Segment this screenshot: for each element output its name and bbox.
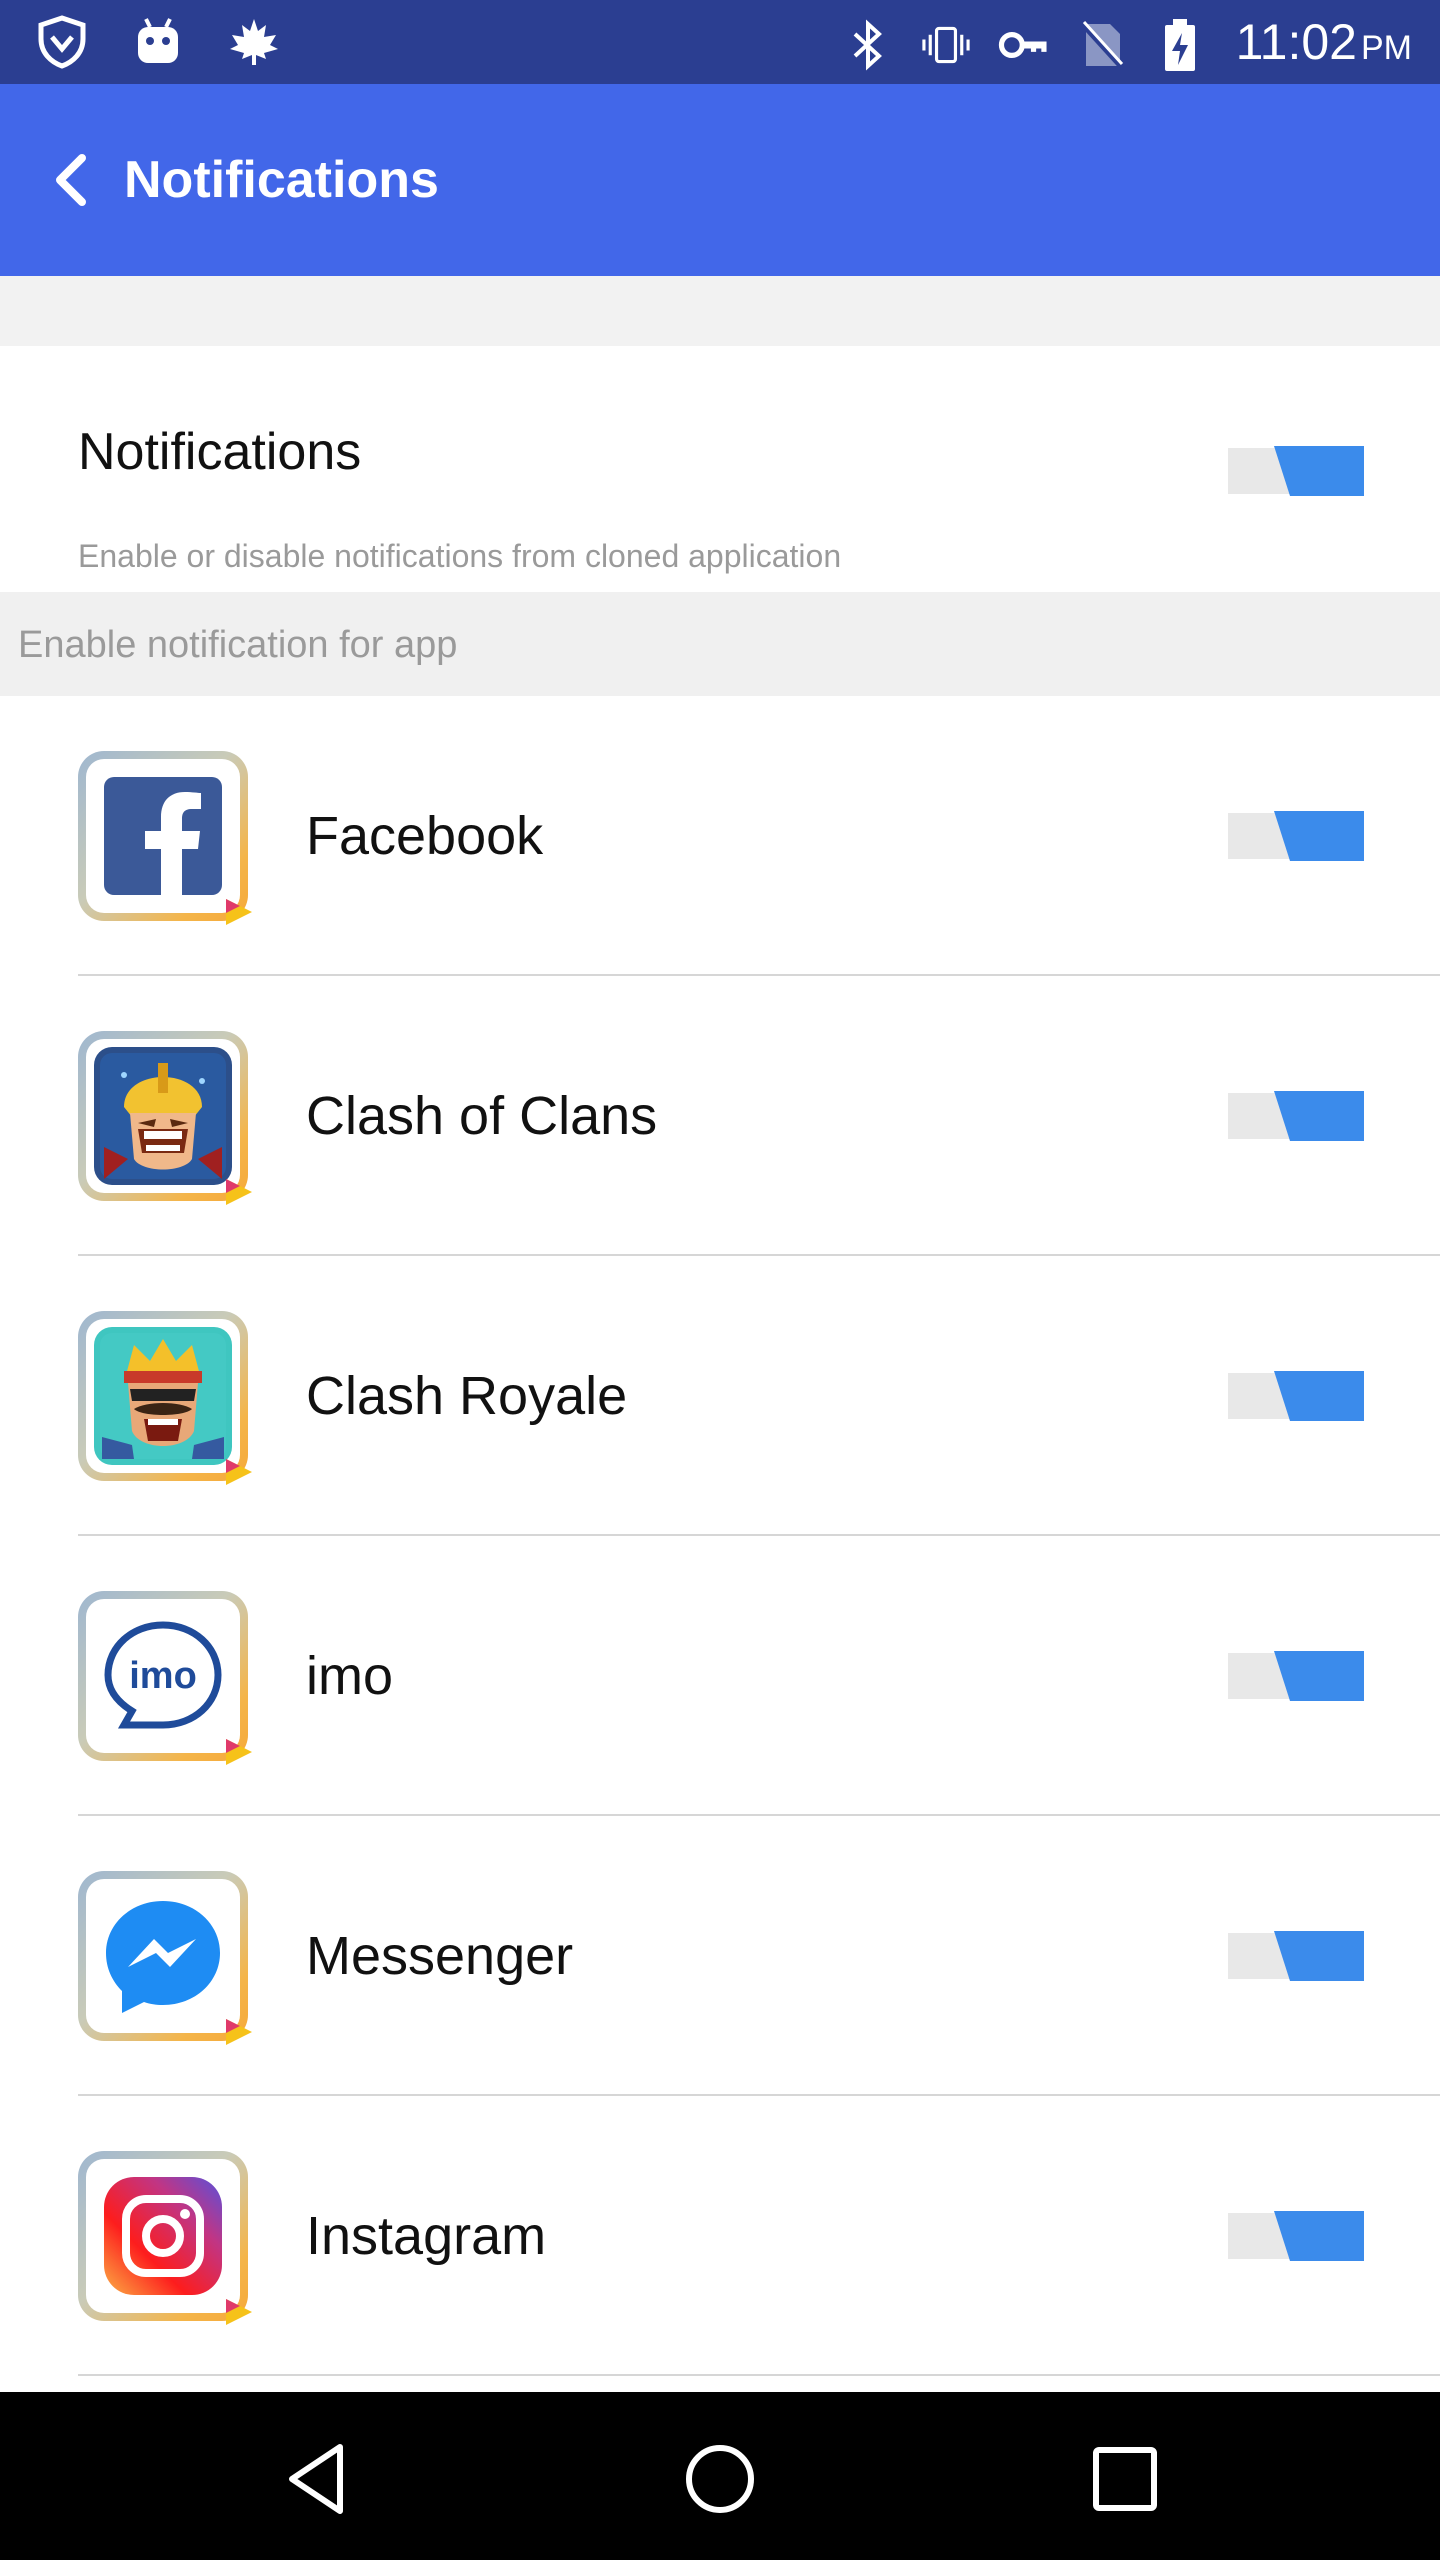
messenger-toggle[interactable] (1228, 1931, 1364, 1981)
clock: 11:02 PM (1236, 10, 1412, 80)
app-name: Clash Royale (306, 1366, 628, 1426)
section-label: Enable notification for app (18, 624, 458, 666)
app-name: imo (306, 1646, 394, 1706)
bluetooth-icon (842, 17, 894, 73)
list-item[interactable]: Clash Royale (0, 1256, 1440, 1536)
clash-of-clans-toggle[interactable] (1228, 1091, 1364, 1141)
chevron-left-icon (56, 154, 86, 206)
list-item[interactable]: imo imo (0, 1536, 1440, 1816)
section-header: Enable notification for app (0, 592, 1440, 696)
instagram-icon (78, 2151, 252, 2325)
setting-title: Notifications (78, 423, 362, 481)
app-name: Instagram (306, 2206, 547, 2266)
clash-of-clans-icon (78, 1031, 252, 1205)
maple-leaf-icon (228, 14, 280, 70)
list-item[interactable]: Clash of Clans (0, 976, 1440, 1256)
android-icon (132, 14, 184, 70)
setting-description: Enable or disable notifications from clo… (78, 538, 842, 574)
clone-badge-icon (226, 2299, 252, 2325)
clash-royale-toggle[interactable] (1228, 1371, 1364, 1421)
vibrate-icon (920, 17, 972, 73)
clash-royale-icon (78, 1311, 252, 1485)
header-spacer (0, 276, 1440, 346)
clone-badge-icon (226, 1739, 252, 1765)
back-button[interactable] (30, 140, 110, 220)
clone-badge-icon (226, 2019, 252, 2045)
instagram-toggle[interactable] (1228, 2211, 1364, 2261)
recents-square-icon (1093, 2447, 1157, 2511)
clock-time: 11:02 (1235, 14, 1357, 70)
imo-logo-text: imo (129, 1655, 197, 1697)
app-name: Facebook (306, 806, 544, 866)
clock-ampm: PM (1361, 29, 1412, 67)
no-sim-icon (1076, 17, 1128, 73)
imo-toggle[interactable] (1228, 1651, 1364, 1701)
shield-icon (36, 14, 88, 70)
battery-charging-icon (1154, 17, 1206, 73)
status-bar: 11:02 PM (0, 0, 1440, 84)
nav-back-button[interactable] (272, 2434, 362, 2524)
app-name: Clash of Clans (306, 1086, 658, 1146)
nav-home-button[interactable] (675, 2434, 765, 2524)
app-name: Messenger (306, 1926, 574, 1986)
imo-icon: imo (78, 1591, 252, 1765)
notifications-master-toggle[interactable] (1228, 446, 1364, 496)
list-item[interactable]: Messenger (0, 1816, 1440, 2096)
nav-recents-button[interactable] (1080, 2434, 1170, 2524)
app-list: Facebook Clash of Clans Clash Royale imo… (0, 696, 1440, 2376)
clone-badge-icon (226, 1179, 252, 1205)
notifications-master-setting[interactable]: Notifications Enable or disable notifica… (0, 346, 1440, 592)
messenger-icon (78, 1871, 252, 2045)
page-title: Notifications (124, 151, 439, 209)
app-bar: Notifications (0, 84, 1440, 276)
vpn-key-icon (998, 17, 1050, 73)
list-item[interactable]: Facebook (0, 696, 1440, 976)
home-circle-icon (686, 2445, 754, 2513)
divider (78, 2374, 1440, 2376)
facebook-icon (78, 751, 252, 925)
navigation-bar (0, 2392, 1440, 2560)
back-triangle-icon (289, 2444, 343, 2514)
clone-badge-icon (226, 1459, 252, 1485)
list-item[interactable]: Instagram (0, 2096, 1440, 2376)
facebook-toggle[interactable] (1228, 811, 1364, 861)
clone-badge-icon (226, 899, 252, 925)
